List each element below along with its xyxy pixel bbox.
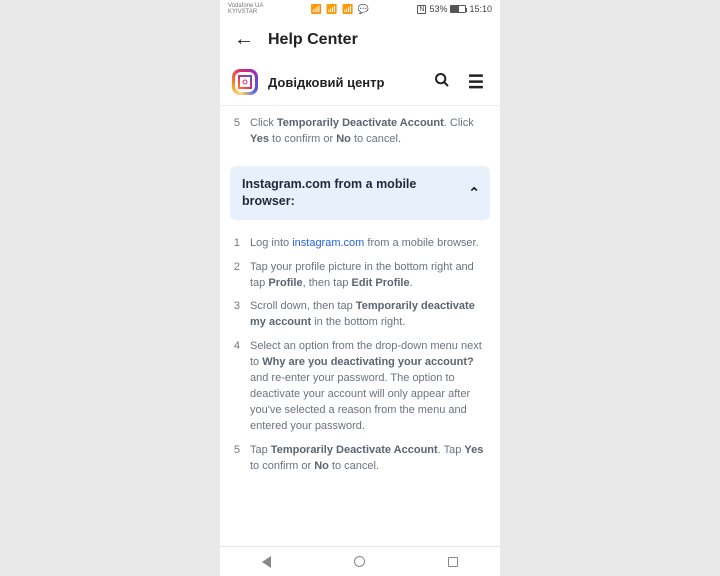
page-title: Help Center [268,31,358,49]
hamburger-menu-icon[interactable]: ☰ [464,73,488,91]
step-number: 5 [230,116,240,148]
bold-text: Yes [464,444,483,456]
bold-text: Temporarily Deactivate Account [271,444,438,456]
step-number: 3 [230,299,240,331]
bold-text: No [336,133,351,145]
bold-text: Why are you deactivating your account? [262,356,474,368]
battery-pct: 53% [429,4,447,14]
status-bar: Vodafone UA KYIVSTAR 📶 📶 📶 💬 N 53% 15:10 [220,0,500,18]
instagram-logo-icon [232,69,258,95]
nav-back-icon[interactable] [262,556,271,568]
help-center-header: Довідковий центр ☰ [220,61,500,106]
step-number: 5 [230,443,240,475]
app-header: ← Help Center [220,18,500,61]
phone-frame: Vodafone UA KYIVSTAR 📶 📶 📶 💬 N 53% 15:10… [220,0,500,576]
bold-text: Yes [250,133,269,145]
help-center-title: Довідковий центр [268,75,420,90]
inline-link[interactable]: instagram.com [292,237,364,249]
step-text: Tap your profile picture in the bottom r… [250,260,490,292]
step-number: 2 [230,260,240,292]
list-item: 4Select an option from the drop-down men… [230,335,490,439]
nav-recent-icon[interactable] [448,557,458,567]
bold-text: Profile [268,277,302,289]
list-item: 1 Log into instagram.com from a mobile br… [230,232,490,256]
carrier-2: KYIVSTAR [228,9,263,15]
bold-text: Edit Profile [352,277,410,289]
status-left: Vodafone UA KYIVSTAR [228,3,263,15]
bold-text: No [314,460,329,472]
nav-home-icon[interactable] [354,556,365,567]
chevron-up-icon: ⌃ [468,183,480,202]
android-nav-bar [220,546,500,576]
lower-steps-list: 1 Log into instagram.com from a mobile br… [230,232,490,479]
step-text: Tap Temporarily Deactivate Account. Tap … [250,443,490,475]
step-text: Click Temporarily Deactivate Account. Cl… [250,116,490,148]
bold-text: Temporarily Deactivate Account [277,117,444,129]
list-item: 5 Tap Temporarily Deactivate Account. Tap… [230,439,490,479]
list-item: 5 Click Temporarily Deactivate Account. C… [230,112,490,152]
content-area[interactable]: 5 Click Temporarily Deactivate Account. C… [220,106,500,546]
battery-icon [450,5,466,13]
status-right: N 53% 15:10 [417,4,492,14]
accordion-mobile-browser[interactable]: Instagram.com from a mobile browser: ⌃ [230,166,490,220]
step-number: 4 [230,339,240,435]
search-icon[interactable] [430,72,454,93]
bold-text: Temporarily deactivate my account [250,300,475,328]
list-item: 2 Tap your profile picture in the bottom … [230,256,490,296]
nfc-icon: N [417,5,426,14]
step-text: Log into instagram.com from a mobile bro… [250,236,479,252]
back-button[interactable]: ← [234,28,254,51]
accordion-title: Instagram.com from a mobile browser: [242,177,416,208]
signal-icons: 📶 📶 📶 💬 [311,4,370,15]
step-number: 1 [230,236,240,252]
clock: 15:10 [469,4,492,14]
list-item: 3 Scroll down, then tap Temporarily deact… [230,295,490,335]
step-text: Scroll down, then tap Temporarily deacti… [250,299,490,331]
upper-steps-list: 5 Click Temporarily Deactivate Account. C… [230,112,490,152]
step-text: Select an option from the drop-down menu… [250,339,490,435]
